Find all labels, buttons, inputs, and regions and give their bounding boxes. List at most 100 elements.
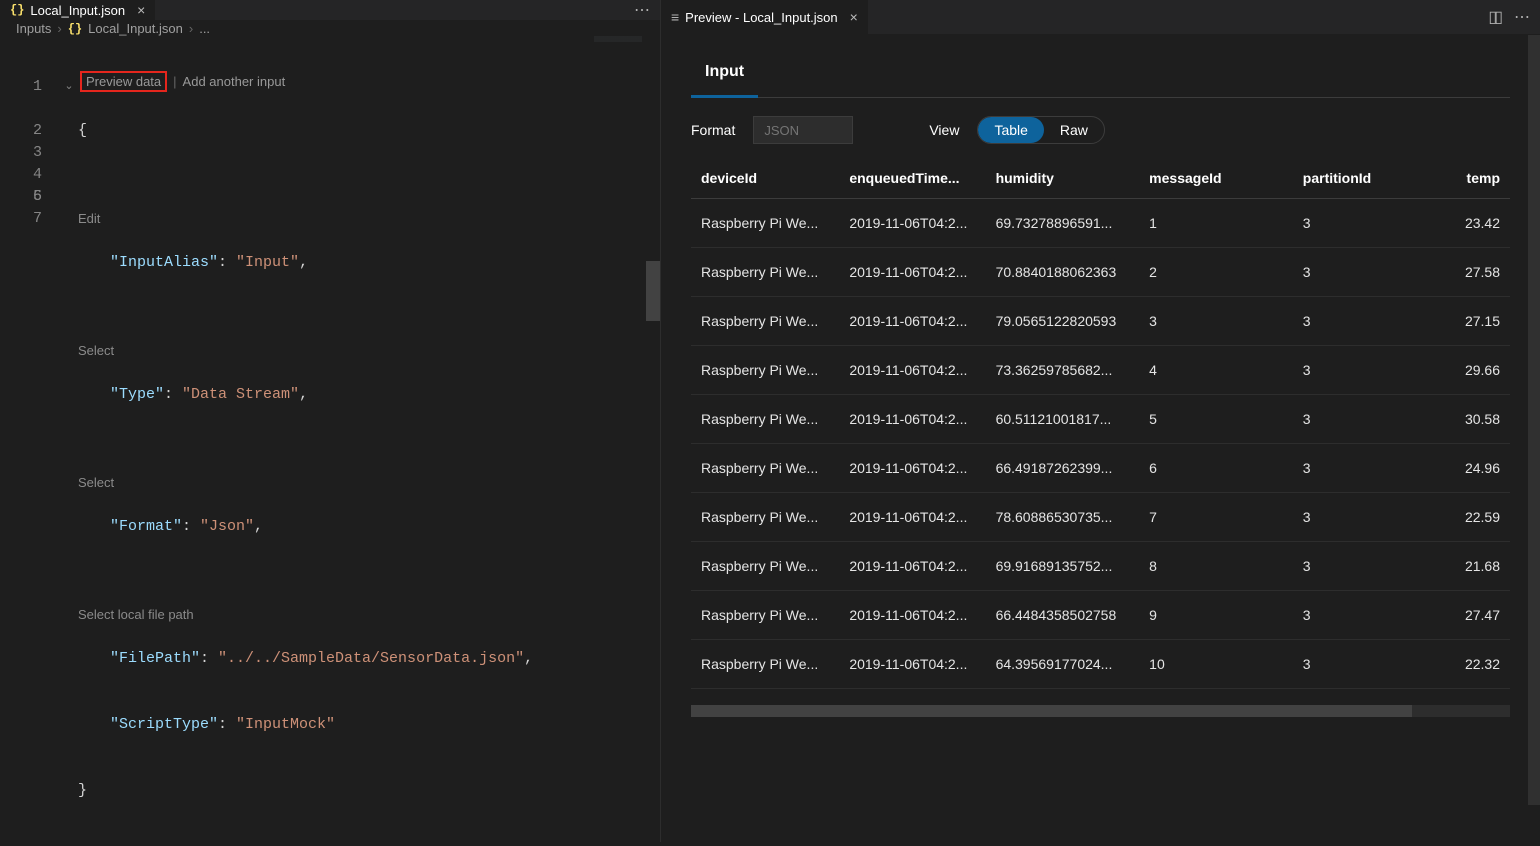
cell-messageId: 1 bbox=[1139, 199, 1293, 248]
cell-messageId: 4 bbox=[1139, 346, 1293, 395]
table-row[interactable]: Raspberry Pi We...2019-11-06T04:2...69.7… bbox=[691, 199, 1510, 248]
close-icon[interactable]: × bbox=[137, 2, 145, 18]
view-table-option[interactable]: Table bbox=[978, 117, 1043, 143]
table-row[interactable]: Raspberry Pi We...2019-11-06T04:2...66.4… bbox=[691, 591, 1510, 640]
view-raw-option[interactable]: Raw bbox=[1044, 117, 1104, 143]
table-row[interactable]: Raspberry Pi We...2019-11-06T04:2...66.4… bbox=[691, 444, 1510, 493]
horizontal-scrollbar[interactable] bbox=[691, 705, 1510, 717]
preview-toolbar: Format View Table Raw bbox=[691, 98, 1510, 158]
chevron-right-icon: › bbox=[189, 21, 193, 36]
cell-deviceId: Raspberry Pi We... bbox=[691, 640, 839, 689]
fold-gutter[interactable]: ⌄ bbox=[60, 76, 78, 846]
cell-temp: 30.58 bbox=[1446, 395, 1510, 444]
table-row[interactable]: Raspberry Pi We...2019-11-06T04:2...79.0… bbox=[691, 297, 1510, 346]
more-icon[interactable]: ⋯ bbox=[634, 0, 650, 20]
fold-toggle-icon[interactable]: ⌄ bbox=[60, 76, 78, 98]
table-row[interactable]: Raspberry Pi We...2019-11-06T04:2...60.5… bbox=[691, 395, 1510, 444]
table-row[interactable]: Raspberry Pi We...2019-11-06T04:2...78.6… bbox=[691, 493, 1510, 542]
preview-tab[interactable]: ≡ Preview - Local_Input.json × bbox=[661, 0, 869, 34]
chevron-right-icon: › bbox=[57, 21, 61, 36]
editor-area[interactable]: 1 2 3 4 5 6 7 ⌄ { Edit "InputAlias": "In… bbox=[0, 36, 660, 846]
cell-humidity: 73.36259785682... bbox=[986, 346, 1140, 395]
cell-partitionId: 3 bbox=[1293, 444, 1447, 493]
close-icon[interactable]: × bbox=[850, 9, 858, 25]
col-partitionid[interactable]: partitionId bbox=[1293, 158, 1447, 199]
tab-input[interactable]: Input bbox=[691, 53, 758, 98]
vertical-scrollbar[interactable] bbox=[646, 36, 660, 846]
cell-temp: 23.42 bbox=[1446, 199, 1510, 248]
cell-temp: 21.68 bbox=[1446, 542, 1510, 591]
cell-messageId: 3 bbox=[1139, 297, 1293, 346]
breadcrumb-folder[interactable]: Inputs bbox=[16, 21, 51, 36]
format-input[interactable] bbox=[753, 116, 853, 144]
cell-enqueuedTime: 2019-11-06T04:2... bbox=[839, 542, 985, 591]
breadcrumb-trail[interactable]: ... bbox=[199, 21, 210, 36]
cell-humidity: 66.4484358502758 bbox=[986, 591, 1140, 640]
cell-enqueuedTime: 2019-11-06T04:2... bbox=[839, 297, 985, 346]
scrollbar-thumb[interactable] bbox=[691, 705, 1412, 717]
table-row[interactable]: Raspberry Pi We...2019-11-06T04:2...73.3… bbox=[691, 346, 1510, 395]
table-row[interactable]: Raspberry Pi We...2019-11-06T04:2...70.8… bbox=[691, 248, 1510, 297]
line-number-gutter: 1 2 3 4 5 6 7 bbox=[0, 76, 60, 846]
minimap[interactable] bbox=[594, 36, 642, 66]
editor-tab[interactable]: {} Local_Input.json × bbox=[0, 0, 156, 20]
col-deviceid[interactable]: deviceId bbox=[691, 158, 839, 199]
cell-enqueuedTime: 2019-11-06T04:2... bbox=[839, 346, 985, 395]
editor-tab-label: Local_Input.json bbox=[30, 3, 125, 18]
cell-partitionId: 3 bbox=[1293, 395, 1447, 444]
col-humidity[interactable]: humidity bbox=[986, 158, 1140, 199]
cell-deviceId: Raspberry Pi We... bbox=[691, 591, 839, 640]
preview-tab-label: Preview - Local_Input.json bbox=[685, 10, 837, 25]
cell-deviceId: Raspberry Pi We... bbox=[691, 346, 839, 395]
cell-partitionId: 3 bbox=[1293, 640, 1447, 689]
breadcrumb[interactable]: Inputs › {} Local_Input.json › ... bbox=[0, 21, 660, 36]
editor-panel: {} Local_Input.json × ⋯ Inputs › {} Loca… bbox=[0, 0, 660, 842]
cell-deviceId: Raspberry Pi We... bbox=[691, 199, 839, 248]
cell-enqueuedTime: 2019-11-06T04:2... bbox=[839, 248, 985, 297]
json-icon: {} bbox=[10, 3, 24, 17]
cell-humidity: 69.91689135752... bbox=[986, 542, 1140, 591]
cell-humidity: 69.73278896591... bbox=[986, 199, 1140, 248]
preview-icon: ≡ bbox=[671, 9, 679, 25]
scrollbar-thumb[interactable] bbox=[1528, 35, 1540, 805]
cell-partitionId: 3 bbox=[1293, 297, 1447, 346]
preview-tabbar: ≡ Preview - Local_Input.json × ⋯ bbox=[661, 0, 1540, 35]
code-content[interactable]: { Edit "InputAlias": "Input", Select "Ty… bbox=[78, 76, 660, 846]
breadcrumb-file[interactable]: Local_Input.json bbox=[88, 21, 183, 36]
col-temp[interactable]: temp bbox=[1446, 158, 1510, 199]
col-enqueuedtime[interactable]: enqueuedTime... bbox=[839, 158, 985, 199]
vertical-scrollbar[interactable] bbox=[1528, 35, 1540, 805]
cell-partitionId: 3 bbox=[1293, 199, 1447, 248]
cell-partitionId: 3 bbox=[1293, 493, 1447, 542]
cell-enqueuedTime: 2019-11-06T04:2... bbox=[839, 640, 985, 689]
cell-enqueuedTime: 2019-11-06T04:2... bbox=[839, 395, 985, 444]
split-editor-icon[interactable] bbox=[1488, 7, 1500, 27]
preview-panel: ≡ Preview - Local_Input.json × ⋯ Input F… bbox=[660, 0, 1540, 842]
cell-temp: 22.32 bbox=[1446, 640, 1510, 689]
cell-partitionId: 3 bbox=[1293, 248, 1447, 297]
table-row[interactable]: Raspberry Pi We...2019-11-06T04:2...64.3… bbox=[691, 640, 1510, 689]
table-row[interactable]: Raspberry Pi We...2019-11-06T04:2...69.9… bbox=[691, 542, 1510, 591]
col-messageid[interactable]: messageId bbox=[1139, 158, 1293, 199]
cell-humidity: 66.49187262399... bbox=[986, 444, 1140, 493]
preview-inner-tabs: Input bbox=[691, 53, 1510, 98]
cell-deviceId: Raspberry Pi We... bbox=[691, 542, 839, 591]
json-icon: {} bbox=[68, 22, 82, 36]
data-table: deviceId enqueuedTime... humidity messag… bbox=[691, 158, 1510, 842]
cell-humidity: 79.0565122820593 bbox=[986, 297, 1140, 346]
cell-deviceId: Raspberry Pi We... bbox=[691, 248, 839, 297]
scrollbar-thumb[interactable] bbox=[646, 261, 660, 321]
cell-messageId: 7 bbox=[1139, 493, 1293, 542]
cell-messageId: 9 bbox=[1139, 591, 1293, 640]
cell-temp: 29.66 bbox=[1446, 346, 1510, 395]
cell-deviceId: Raspberry Pi We... bbox=[691, 395, 839, 444]
view-label: View bbox=[929, 122, 959, 138]
cell-partitionId: 3 bbox=[1293, 346, 1447, 395]
cell-humidity: 64.39569177024... bbox=[986, 640, 1140, 689]
cell-messageId: 2 bbox=[1139, 248, 1293, 297]
cell-deviceId: Raspberry Pi We... bbox=[691, 297, 839, 346]
cell-partitionId: 3 bbox=[1293, 591, 1447, 640]
cell-temp: 27.15 bbox=[1446, 297, 1510, 346]
cell-humidity: 70.8840188062363 bbox=[986, 248, 1140, 297]
more-icon[interactable]: ⋯ bbox=[1514, 7, 1530, 27]
